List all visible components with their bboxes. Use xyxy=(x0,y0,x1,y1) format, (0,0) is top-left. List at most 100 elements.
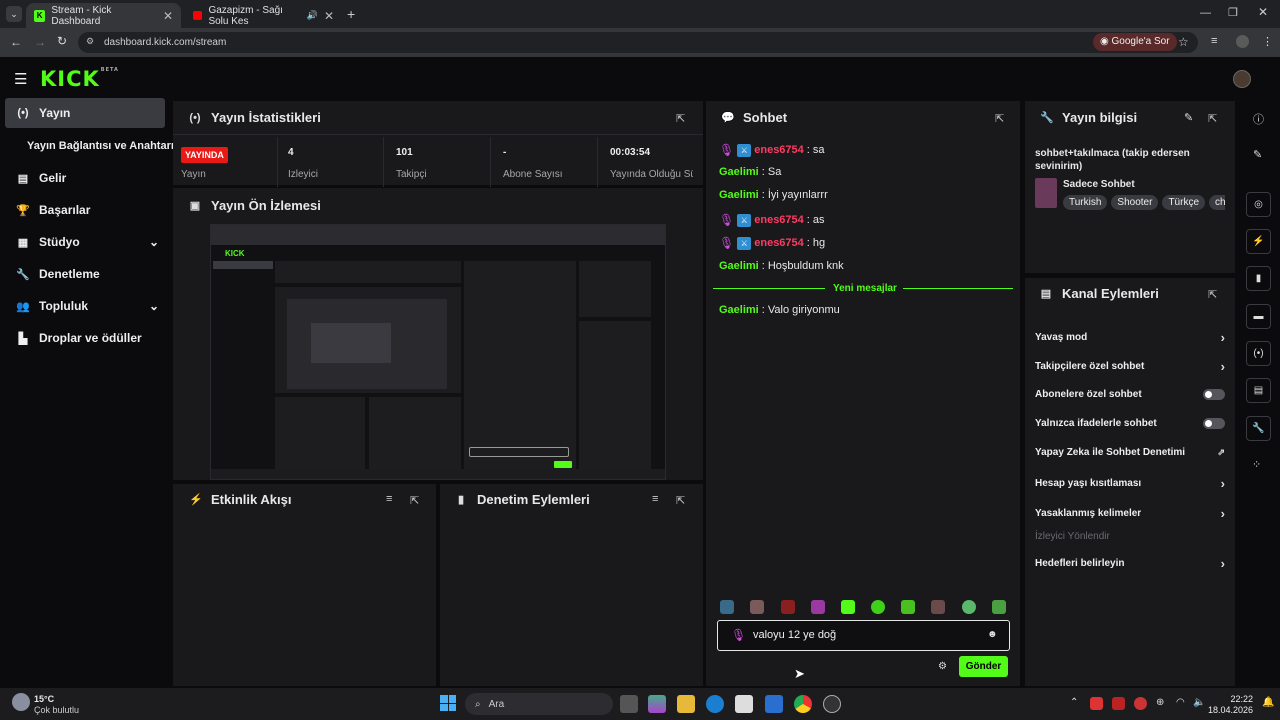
tab-youtube[interactable]: Gazapizm - Sağı Solu Kes 🔊 ✕ xyxy=(185,3,342,28)
language-icon[interactable]: ⊕ xyxy=(1156,697,1164,708)
profile-avatar[interactable] xyxy=(1236,35,1249,48)
sidebar-item-basarilar[interactable]: 🏆 Başarılar xyxy=(5,195,165,225)
chat-bubble-icon[interactable]: ▬ xyxy=(1246,304,1271,329)
clock-time[interactable]: 22:22 xyxy=(1213,694,1253,704)
tray-chevron-icon[interactable]: ⌃ xyxy=(1070,697,1078,708)
broadcast-icon[interactable]: (•) xyxy=(1246,341,1271,366)
chat-input-value[interactable]: valoyu 12 ye doğ xyxy=(753,629,836,641)
browser-menu-icon[interactable]: ⋮ xyxy=(1262,35,1273,48)
emote-icon[interactable] xyxy=(992,600,1006,614)
taskbar-search[interactable]: ⌕ Ara xyxy=(465,693,613,715)
emote-icon[interactable] xyxy=(750,600,764,614)
expand-icon[interactable]: ⇱ xyxy=(995,112,1004,125)
reload-button[interactable]: ↻ xyxy=(57,34,67,48)
apps-icon[interactable]: ⁘ xyxy=(1252,458,1261,471)
clock-date[interactable]: 18.04.2026 xyxy=(1208,705,1253,715)
stream-preview-video[interactable]: KICK xyxy=(210,224,666,480)
url-field[interactable]: dashboard.kick.com/stream xyxy=(78,32,1198,53)
minimize-button[interactable]: — xyxy=(1200,7,1211,19)
expand-icon[interactable]: ⇱ xyxy=(1208,288,1217,301)
task-view-icon[interactable] xyxy=(620,695,638,713)
store-icon[interactable] xyxy=(735,695,753,713)
reading-list-icon[interactable]: ≡ xyxy=(1211,35,1217,47)
pencil-icon[interactable]: ✎ xyxy=(1253,148,1262,161)
windows-start-icon[interactable] xyxy=(440,695,456,711)
volume-icon[interactable]: 🔈 xyxy=(1193,697,1205,708)
camera-icon[interactable]: ◎ xyxy=(1246,192,1271,217)
new-tab-button[interactable]: + xyxy=(347,6,355,22)
tab-kick-dashboard[interactable]: K Stream - Kick Dashboard ✕ xyxy=(26,3,181,28)
emote-icon[interactable] xyxy=(841,600,855,614)
emote-icon[interactable] xyxy=(811,600,825,614)
sidebar-item-droplar[interactable]: ▙ Droplar ve ödüller xyxy=(5,323,165,353)
lightning-icon[interactable]: ⚡ xyxy=(1246,229,1271,254)
google-ask-button[interactable]: ◉ Google'a Sor xyxy=(1093,33,1177,51)
tab-list-button[interactable]: ⌄ xyxy=(6,6,22,22)
emote-icon[interactable] xyxy=(901,600,915,614)
sidebar-item-gelir[interactable]: ▤ Gelir xyxy=(5,163,165,193)
bookmark-star-icon[interactable]: ☆ xyxy=(1178,35,1189,49)
filter-icon[interactable]: ≡ xyxy=(386,493,392,505)
wifi-icon[interactable]: ◠ xyxy=(1176,697,1185,708)
back-button[interactable]: ← xyxy=(10,35,22,49)
expand-icon[interactable]: ⇱ xyxy=(676,112,685,125)
sidebar-item-stream-key[interactable]: Yayın Bağlantısı ve Anahtarı xyxy=(5,131,175,161)
action-banned-words[interactable]: Yasaklanmış kelimeler › xyxy=(1035,506,1225,521)
emotes-only-toggle[interactable] xyxy=(1203,418,1225,429)
sidebar-item-yayin[interactable]: (•) Yayın xyxy=(5,98,165,128)
sidebar-item-topluluk[interactable]: 👥 Topluluk ⌄ xyxy=(5,291,165,321)
expand-icon[interactable]: ⇱ xyxy=(676,494,685,507)
mail-icon[interactable] xyxy=(765,695,783,713)
chrome-icon[interactable] xyxy=(794,695,812,713)
sidebar-item-studyo[interactable]: ▦ Stüdyo ⌄ xyxy=(5,227,165,257)
action-followers-only[interactable]: Takipçilere özel sohbet › xyxy=(1035,359,1225,374)
chat-settings-icon[interactable]: ⚙ xyxy=(938,661,947,672)
send-button[interactable]: Gönder xyxy=(959,656,1008,677)
channel-icon[interactable]: ▤ xyxy=(1246,378,1271,403)
action-ai-moderation[interactable]: Yapay Zeka ile Sohbet Denetimi ⇗ xyxy=(1035,447,1225,458)
subscribers-only-toggle[interactable] xyxy=(1203,389,1225,400)
emoji-picker-icon[interactable]: ☻ xyxy=(987,629,998,640)
info-icon[interactable]: ⓘ xyxy=(1253,111,1264,127)
hamburger-menu-icon[interactable]: ☰ xyxy=(14,70,27,88)
chat-username[interactable]: enes6754 xyxy=(754,144,804,156)
chat-username[interactable]: Gaelimi xyxy=(719,189,759,201)
copilot-icon[interactable] xyxy=(648,695,666,713)
kick-logo[interactable]: KICKBETA xyxy=(40,67,119,91)
expand-icon[interactable]: ⇱ xyxy=(1208,112,1217,125)
document-icon[interactable]: ▮ xyxy=(1246,266,1271,291)
emote-icon[interactable] xyxy=(781,600,795,614)
forward-button[interactable]: → xyxy=(34,35,46,49)
tray-app-icon[interactable] xyxy=(1134,697,1147,710)
user-avatar[interactable] xyxy=(1233,70,1251,88)
obs-icon[interactable] xyxy=(823,695,841,713)
chat-username[interactable]: Gaelimi xyxy=(719,166,759,178)
sidebar-item-denetleme[interactable]: 🔧 Denetleme xyxy=(5,259,165,289)
tray-app-icon[interactable] xyxy=(1112,697,1125,710)
close-tab-icon[interactable]: ✕ xyxy=(163,9,173,23)
maximize-button[interactable]: ❐ xyxy=(1228,6,1238,19)
tray-app-icon[interactable] xyxy=(1090,697,1103,710)
close-tab-icon[interactable]: ✕ xyxy=(324,9,334,23)
close-window-button[interactable]: ✕ xyxy=(1258,5,1268,19)
site-info-icon[interactable]: ⚙ xyxy=(86,36,94,47)
chat-username[interactable]: Gaelimi xyxy=(719,260,759,272)
action-slow-mode[interactable]: Yavaş mod › xyxy=(1035,330,1225,345)
notifications-icon[interactable]: 🔔 xyxy=(1262,697,1274,708)
emote-icon[interactable] xyxy=(931,600,945,614)
emote-icon[interactable] xyxy=(871,600,885,614)
action-goals[interactable]: Hedefleri belirleyin › xyxy=(1035,556,1225,571)
filter-icon[interactable]: ≡ xyxy=(652,493,658,505)
chat-username[interactable]: Gaelimi xyxy=(719,304,759,316)
wrench-icon[interactable]: 🔧 xyxy=(1246,416,1271,441)
emote-icon[interactable] xyxy=(720,600,734,614)
chat-username[interactable]: enes6754 xyxy=(754,237,804,249)
edit-pencil-icon[interactable]: ✎ xyxy=(1184,111,1193,124)
chat-username[interactable]: enes6754 xyxy=(754,214,804,226)
edge-icon[interactable] xyxy=(706,695,724,713)
emote-icon[interactable] xyxy=(962,600,976,614)
expand-icon[interactable]: ⇱ xyxy=(410,494,419,507)
file-explorer-icon[interactable] xyxy=(677,695,695,713)
action-account-age[interactable]: Hesap yaşı kısıtlaması › xyxy=(1035,476,1225,491)
weather-icon[interactable] xyxy=(12,693,30,711)
